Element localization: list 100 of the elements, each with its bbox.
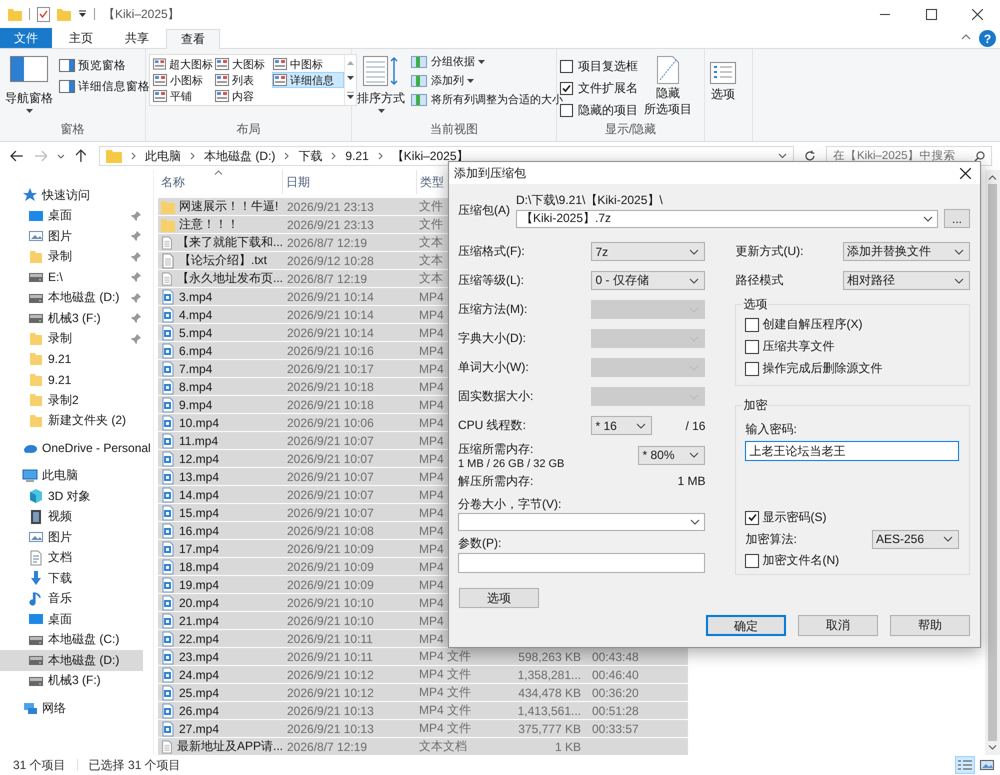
sidebar-item[interactable]: 录制2 bbox=[0, 390, 143, 410]
pin-icon[interactable] bbox=[131, 313, 141, 324]
sidebar-item[interactable]: 3D 对象 bbox=[0, 486, 143, 506]
column-header[interactable]: 日期 bbox=[283, 170, 417, 194]
breadcrumb[interactable]: 本地磁盘 (D:) bbox=[204, 148, 276, 164]
chevron-right-icon[interactable] bbox=[284, 152, 290, 160]
dropdown[interactable]: * 80% bbox=[638, 446, 706, 464]
sidebar-item[interactable]: 录制 bbox=[0, 246, 143, 267]
scroll-up-icon[interactable] bbox=[988, 175, 997, 180]
chevron-right-icon[interactable] bbox=[190, 152, 196, 160]
ribbon-tab[interactable]: 文件 bbox=[0, 28, 52, 48]
pin-icon[interactable] bbox=[131, 292, 141, 303]
checkbox[interactable] bbox=[745, 340, 760, 354]
sidebar-item[interactable]: OneDrive - Personal bbox=[0, 438, 153, 458]
recent-locations-icon[interactable] bbox=[57, 154, 66, 158]
breadcrumb[interactable]: 此电脑 bbox=[145, 148, 182, 164]
archive-name-field[interactable]: 【Kiki-2025】.7z bbox=[516, 210, 938, 228]
pane-button[interactable]: 预览窗格 bbox=[59, 58, 150, 73]
dialog-button[interactable]: 确定 bbox=[706, 615, 786, 636]
hide-selected-button[interactable]: 隐藏 所选项目 bbox=[642, 54, 694, 118]
sidebar-item[interactable]: E:\ bbox=[0, 267, 143, 288]
pin-icon[interactable] bbox=[131, 210, 141, 221]
checkbox[interactable] bbox=[560, 82, 573, 95]
checkbox[interactable] bbox=[745, 318, 760, 332]
dialog-button[interactable]: 帮助 bbox=[890, 615, 970, 636]
navigation-pane-button[interactable]: 导航窗格 bbox=[3, 54, 55, 115]
scroll-down-icon[interactable] bbox=[347, 76, 354, 80]
dropdown[interactable]: 0 - 仅存储 bbox=[591, 271, 706, 290]
sidebar-item[interactable]: 机械3 (F:) bbox=[0, 670, 143, 691]
details-view-button[interactable] bbox=[955, 756, 975, 774]
view-command-button[interactable]: 添加列 bbox=[411, 73, 563, 88]
collapse-icon[interactable] bbox=[961, 34, 971, 40]
breadcrumb[interactable]: 9.21 bbox=[345, 149, 369, 163]
pin-icon[interactable] bbox=[131, 252, 141, 262]
scroll-thumb[interactable] bbox=[988, 184, 997, 741]
pin-icon[interactable] bbox=[131, 334, 141, 344]
dropdown[interactable]: 添加并替换文件 bbox=[843, 242, 970, 261]
view-option[interactable]: 小图标 bbox=[152, 72, 214, 88]
help-button[interactable]: ? bbox=[979, 30, 996, 47]
sidebar-item[interactable]: 图片 bbox=[0, 527, 143, 548]
sidebar-item[interactable]: 桌面 bbox=[0, 609, 143, 630]
view-command-button[interactable]: 分组依据 bbox=[411, 54, 563, 69]
dropdown[interactable]: * 16 bbox=[591, 416, 652, 435]
sidebar-item[interactable]: 新建文件夹 (2) bbox=[0, 410, 143, 431]
expand-icon[interactable] bbox=[347, 92, 354, 100]
up-icon[interactable] bbox=[75, 149, 88, 163]
options-button[interactable]: 选项 bbox=[708, 54, 738, 105]
view-option[interactable]: 中图标 bbox=[272, 56, 344, 72]
pin-icon[interactable] bbox=[131, 231, 141, 242]
properties-icon[interactable] bbox=[37, 6, 50, 22]
checkbox[interactable] bbox=[745, 510, 760, 524]
checkbox[interactable] bbox=[560, 104, 573, 117]
file-row[interactable]: 27.mp4 2026/9/21 10:13 MP4 文件 375,777 KB 00:33:57 bbox=[158, 720, 688, 738]
sidebar-item[interactable]: 桌面 bbox=[0, 206, 143, 226]
file-row[interactable]: 最新地址及APP请... 2026/8/7 12:19 文本文档 1 KB bbox=[158, 738, 688, 756]
sidebar-item[interactable]: 音乐 bbox=[0, 588, 143, 609]
pin-icon[interactable] bbox=[131, 272, 141, 282]
browse-button[interactable]: ... bbox=[944, 209, 970, 228]
sidebar-item[interactable]: 机械3 (F:) bbox=[0, 308, 143, 328]
sidebar-item[interactable]: 9.21 bbox=[0, 349, 143, 370]
file-row[interactable]: 26.mp4 2026/9/21 10:13 MP4 文件 1,413,561... 00:51:28 bbox=[158, 702, 688, 720]
sidebar-item[interactable]: 录制 bbox=[0, 328, 143, 349]
ribbon-tab[interactable]: 查看 bbox=[166, 29, 220, 49]
sidebar-item[interactable]: 文档 bbox=[0, 548, 143, 568]
view-command-button[interactable]: 将所有列调整为合适的大小 bbox=[411, 92, 563, 107]
options-button[interactable]: 选项 bbox=[459, 588, 539, 608]
file-row[interactable]: 23.mp4 2026/9/21 10:11 MP4 文件 598,263 KB 00:43:48 bbox=[158, 648, 688, 666]
sidebar-item[interactable]: 9.21 bbox=[0, 370, 143, 390]
chevron-right-icon[interactable] bbox=[378, 152, 383, 160]
sidebar-item[interactable]: 快速访问 bbox=[0, 185, 153, 206]
pane-button[interactable]: 详细信息窗格 bbox=[59, 79, 150, 94]
dropdown[interactable]: 7z bbox=[591, 242, 706, 261]
password-field[interactable]: 上老王论坛当老王 bbox=[745, 441, 959, 461]
sort-button[interactable]: 排序方式 bbox=[355, 54, 407, 115]
chevron-right-icon[interactable] bbox=[131, 152, 136, 160]
sidebar-item[interactable]: 本地磁盘 (D:) bbox=[0, 650, 143, 670]
checkbox[interactable] bbox=[745, 554, 760, 568]
checkbox[interactable] bbox=[560, 60, 573, 73]
view-option[interactable]: 超大图标 bbox=[152, 56, 214, 72]
chevron-right-icon[interactable] bbox=[331, 152, 336, 160]
column-header[interactable]: 名称 bbox=[158, 170, 283, 194]
checkbox[interactable] bbox=[745, 362, 760, 376]
sidebar-item[interactable]: 视频 bbox=[0, 506, 143, 527]
sidebar-item[interactable]: 此电脑 bbox=[0, 466, 153, 486]
chevron-down-icon[interactable] bbox=[778, 153, 788, 159]
dialog-button[interactable]: 取消 bbox=[798, 615, 878, 636]
dropdown[interactable]: 相对路径 bbox=[843, 271, 970, 290]
scrollbar[interactable] bbox=[985, 170, 1000, 755]
sidebar-item[interactable]: 图片 bbox=[0, 226, 143, 246]
view-option[interactable]: 列表 bbox=[214, 72, 272, 88]
dropdown[interactable]: AES-256 bbox=[872, 530, 959, 548]
view-option[interactable]: 详细信息 bbox=[272, 72, 344, 88]
view-option[interactable]: 内容 bbox=[214, 88, 272, 104]
sidebar-item[interactable]: 本地磁盘 (D:) bbox=[0, 288, 143, 308]
view-option[interactable]: 大图标 bbox=[214, 56, 272, 72]
view-option[interactable]: 平铺 bbox=[152, 88, 214, 104]
refresh-icon[interactable] bbox=[804, 150, 816, 162]
parameters-field[interactable] bbox=[458, 553, 705, 573]
sidebar-item[interactable]: 下载 bbox=[0, 568, 143, 588]
caret-icon[interactable] bbox=[78, 10, 87, 18]
